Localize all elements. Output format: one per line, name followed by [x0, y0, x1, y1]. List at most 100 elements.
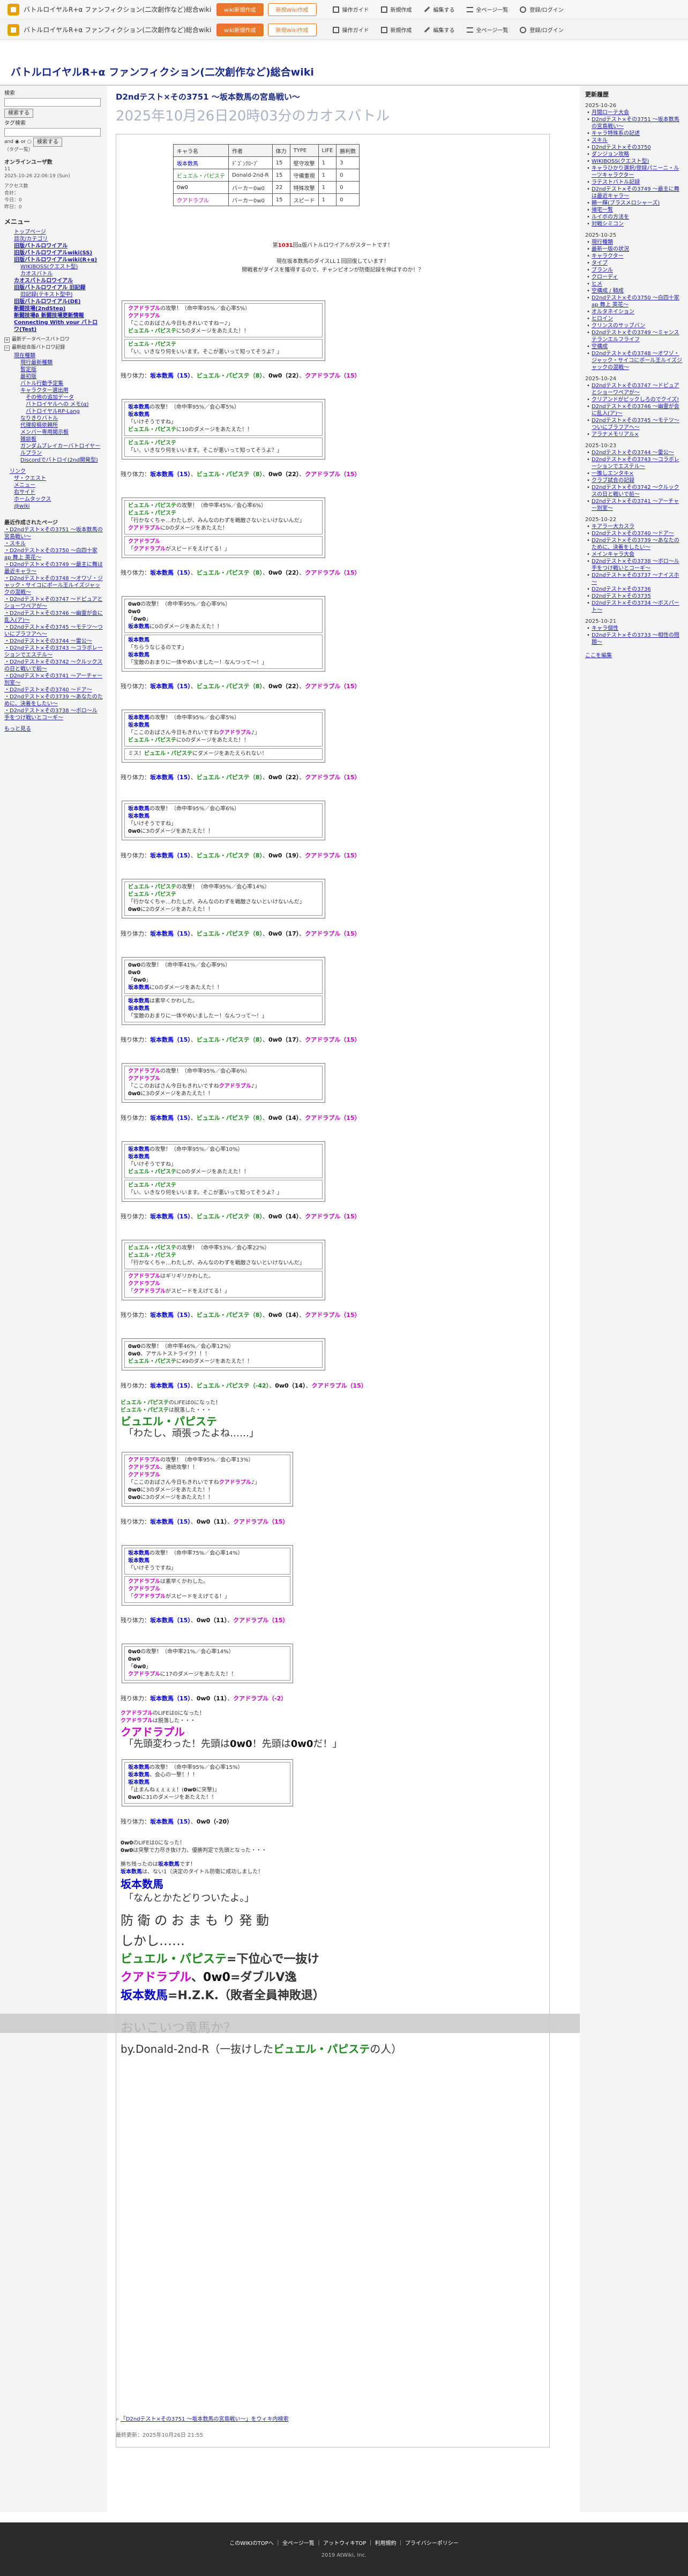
- page-list-link[interactable]: 全ページ一覧: [466, 5, 508, 13]
- menu-item[interactable]: 旧版バトルロワイアル(DE): [4, 298, 103, 305]
- menu-item[interactable]: 新闘技場(2ndStep): [4, 305, 103, 312]
- history-item[interactable]: クリアンドがピックしろのでクイズ!: [585, 396, 683, 403]
- menu-item[interactable]: Discordでバトロイ(2nd開発型): [4, 457, 103, 464]
- history-item[interactable]: キャラひかり選択/登録パニーニ・ルーツキャラクター: [585, 165, 683, 179]
- history-item[interactable]: D2ndテスト×その3735: [585, 593, 683, 600]
- history-item[interactable]: D2ndテスト×その3749 ～ミャンステランエルフライフ: [585, 329, 683, 343]
- history-item[interactable]: D2ndテスト×その3737 ～ナイスホ～: [585, 572, 683, 586]
- wiki-logo-icon[interactable]: [8, 3, 19, 16]
- history-item[interactable]: ダンジョン攻略: [585, 151, 683, 158]
- menu-item[interactable]: 現行最新種類: [4, 359, 103, 366]
- history-item[interactable]: キャラクター: [585, 253, 683, 260]
- history-item[interactable]: 一推しエンタキ×: [585, 470, 683, 477]
- history-item[interactable]: D2ndテスト×その3746 ～幽霊が会に乱入(ア)～: [585, 403, 683, 417]
- wiki-create-button[interactable]: wiki新規作成: [216, 3, 264, 16]
- menu-item[interactable]: Connecting With your バトロワ(Test): [4, 319, 103, 333]
- history-item[interactable]: スキル: [585, 137, 683, 144]
- history-item[interactable]: ヒメ: [585, 281, 683, 288]
- recent-page-link[interactable]: ・D2ndテスト×その3743 ～コラボレーションでエステル～: [4, 645, 103, 659]
- history-item[interactable]: D2ndテスト×その3736: [585, 586, 683, 593]
- toggle-latest-db[interactable]: + 最新データベースバトロワ: [4, 336, 103, 343]
- top-bar-title[interactable]: バトルロイヤルR+α ファンフィクション(二次創作など)総合wiki: [24, 6, 216, 13]
- wiki-logo-icon[interactable]: [8, 24, 19, 36]
- menu-item[interactable]: WIKIBOSS(クエスト型): [4, 263, 103, 270]
- history-item[interactable]: 現行種類: [585, 239, 683, 246]
- history-item[interactable]: D2ndテスト×その3734 ～ボスパート～: [585, 600, 683, 614]
- login-link[interactable]: 登録/ログイン: [520, 5, 564, 13]
- guide-link[interactable]: 操作ガイド: [332, 26, 369, 34]
- edit-sidebar-link[interactable]: ここを編集: [585, 652, 683, 659]
- recent-page-link[interactable]: ・D2ndテスト×その3748 ～オワゾ・ジャック・サイコにポール王ルイズジャッ…: [4, 575, 103, 596]
- search-button[interactable]: 検索する: [4, 109, 33, 118]
- link-item[interactable]: メニュー: [4, 482, 103, 489]
- history-item[interactable]: 空構成 / 騎成: [585, 288, 683, 295]
- history-item[interactable]: D2ndテスト×その3750 ～白四十家 ap 舞上 英花～: [585, 295, 683, 308]
- site-title[interactable]: バトルロイヤルR+α ファンフィクション(二次創作など)総合wiki: [11, 64, 314, 79]
- new-wiki-button[interactable]: 新規Wiki作成: [267, 3, 317, 16]
- history-item[interactable]: キャラ個性: [585, 625, 683, 632]
- history-item[interactable]: D2ndテスト×その3751 ～坂本数馬の宮島戦い～: [585, 116, 683, 130]
- menu-item[interactable]: トップページ: [4, 229, 103, 236]
- history-item[interactable]: メインキャラ大会: [585, 551, 683, 558]
- and-radio[interactable]: ◉: [15, 139, 19, 146]
- tag-search-button[interactable]: 検索する: [33, 138, 62, 147]
- recent-page-link[interactable]: ・D2ndテスト×その3740 ～ドア～: [4, 687, 103, 694]
- history-item[interactable]: 頼一輝(ブラスメロシャーズ): [585, 200, 683, 207]
- menu-item[interactable]: 現在種類: [4, 352, 103, 359]
- history-item[interactable]: WIKIBOSS(クエスト型): [585, 158, 683, 165]
- wiki-create-button[interactable]: wiki新規作成: [216, 23, 264, 36]
- or-radio[interactable]: ○: [27, 139, 32, 146]
- recent-page-link[interactable]: ・D2ndテスト×その3749 ～最主に舞は最近キャラ～: [4, 561, 103, 575]
- history-item[interactable]: ラテストバトル記録: [585, 179, 683, 186]
- history-item[interactable]: D2ndテスト×その3750: [585, 144, 683, 151]
- edit-link[interactable]: 編集する: [424, 26, 455, 34]
- recent-page-link[interactable]: ・D2ndテスト×その3750 ～白四十家 ap 舞上 英花～: [4, 547, 103, 561]
- menu-item[interactable]: 目次/カテゴリ: [4, 236, 103, 243]
- history-item[interactable]: D2ndテスト×その3741 ～アーチャー別室～: [585, 498, 683, 512]
- history-item[interactable]: D2ndテスト×その3739 ～あなたのために、決着をしたい～: [585, 537, 683, 551]
- recent-page-link[interactable]: ・D2ndテスト×その3747 ～ドピュアとショーワペアが～: [4, 596, 103, 610]
- recent-page-link[interactable]: ・D2ndテスト×その3744 ～雷公～: [4, 638, 103, 645]
- menu-item[interactable]: キャラクター選出用: [4, 387, 103, 394]
- history-item[interactable]: アラナメモリアル×: [585, 431, 683, 438]
- edit-link[interactable]: 編集する: [424, 5, 455, 13]
- top-bar-title[interactable]: バトルロイヤルR+α ファンフィクション(二次創作など)総合wiki: [24, 26, 216, 34]
- menu-item[interactable]: 雑談板: [4, 436, 103, 443]
- page-list-link[interactable]: 全ページ一覧: [466, 26, 508, 34]
- menu-item[interactable]: バトロイヤルRP-Lang: [4, 408, 103, 415]
- menu-item[interactable]: 旧版バトルロワイアル 旧記録: [4, 284, 103, 291]
- history-item[interactable]: D2ndテスト×その3749 ～最主に舞は最近キャラ～: [585, 186, 683, 200]
- links-heading[interactable]: リンク: [4, 468, 103, 475]
- history-item[interactable]: キャラ特殊系の記述: [585, 130, 683, 137]
- history-item[interactable]: D2ndテスト×その3745 ～モテツ～ついにブラフアヘ～: [585, 417, 683, 431]
- menu-item[interactable]: バトロイヤルヘの メモ(α): [4, 401, 103, 408]
- history-item[interactable]: D2ndテスト×その3742 ～クルックスの日と戦いで前～: [585, 484, 683, 498]
- recent-page-link[interactable]: ・D2ndテスト×その3745 ～モテツ～ついにブラフアヘ～: [4, 624, 103, 638]
- history-item[interactable]: D2ndテスト×その3744 ～雷公～: [585, 449, 683, 456]
- menu-item[interactable]: ガンダムブレイカーバトロイヤールプラン: [4, 443, 103, 457]
- history-item[interactable]: ヒロイン: [585, 315, 683, 322]
- recent-page-link[interactable]: ・D2ndテスト×その3739 ～あなたのために、決着をしたい～: [4, 694, 103, 707]
- history-item[interactable]: クローディ: [585, 274, 683, 281]
- menu-item[interactable]: カオスバトル: [4, 270, 103, 277]
- menu-item[interactable]: メンバー専用掲示板: [4, 429, 103, 436]
- recent-page-link[interactable]: ・D2ndテスト×その3746 ～幽霊が会に乱入(ア)～: [4, 610, 103, 624]
- history-item[interactable]: 対戦シミコン: [585, 221, 683, 228]
- menu-item[interactable]: なりきりバトル: [4, 415, 103, 422]
- history-item[interactable]: オルタネイション: [585, 308, 683, 315]
- recent-page-link[interactable]: ・スキル: [4, 540, 103, 547]
- link-item[interactable]: ザ・クエスト: [4, 475, 103, 482]
- guide-link[interactable]: 操作ガイド: [332, 5, 369, 13]
- menu-item[interactable]: 旧版バトルロワイアル: [4, 243, 103, 250]
- search-input[interactable]: [4, 98, 101, 107]
- history-item[interactable]: クラブ試合の記録: [585, 477, 683, 484]
- menu-item[interactable]: 新闘技場β 新闘技場更新情報: [4, 312, 103, 319]
- new-page-link[interactable]: 新規作成: [380, 5, 412, 13]
- menu-item[interactable]: 旧版バトルロワイアルwiki(SS): [4, 250, 103, 257]
- more-link[interactable]: もっと見る: [4, 726, 103, 733]
- new-wiki-button[interactable]: 新規Wiki作成: [267, 23, 317, 36]
- history-item[interactable]: タイプ: [585, 260, 683, 267]
- toggle-latest-records[interactable]: − 最新総合版バトロワ記録: [4, 344, 103, 351]
- menu-item[interactable]: バトル行動予定集: [4, 380, 103, 387]
- menu-item[interactable]: 最初版: [4, 373, 103, 380]
